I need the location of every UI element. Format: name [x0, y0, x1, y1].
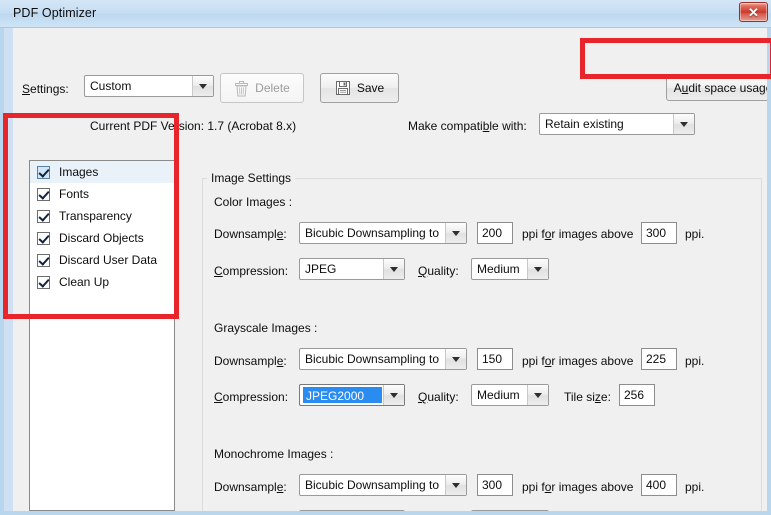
checkbox-discard-objects[interactable]: [37, 231, 50, 245]
checkbox-discard-user-data[interactable]: [37, 253, 50, 267]
save-button-label: Save: [356, 81, 385, 95]
grayscale-quality-value: Medium: [477, 388, 520, 402]
optimizer-categories-list[interactable]: Images Fonts Transparency Discard Object…: [29, 160, 175, 511]
chevron-down-icon: [383, 259, 404, 279]
make-compatible-dropdown[interactable]: Retain existing: [539, 113, 695, 135]
save-button[interactable]: Save: [320, 73, 399, 103]
color-ppi-above-label: ppi for images above: [522, 227, 634, 241]
color-images-section-title: Color Images :: [214, 195, 293, 209]
monochrome-downsample-method-value: Bicubic Downsampling to: [305, 478, 440, 492]
chevron-down-icon: [383, 385, 404, 405]
grayscale-downsample-method-dropdown[interactable]: Bicubic Downsampling to: [299, 348, 467, 370]
monochrome-downsample-label: Downsample:: [214, 480, 287, 494]
make-compatible-value: Retain existing: [545, 117, 624, 131]
delete-button[interactable]: Delete: [220, 73, 304, 103]
chevron-down-icon: [673, 114, 694, 134]
close-icon: ✕: [748, 4, 759, 20]
audit-space-usage-label: Audit space usage...: [673, 81, 767, 95]
list-item-transparency[interactable]: Transparency: [30, 205, 174, 227]
monochrome-threshold-ppi-input[interactable]: 400: [641, 474, 677, 496]
color-quality-label: Quality:: [418, 264, 459, 278]
color-downsample-method-value: Bicubic Downsampling to: [305, 226, 440, 240]
current-pdf-version-label: Current PDF Version: 1.7 (Acrobat 8.x): [90, 119, 297, 133]
grayscale-tile-size-label: Tile size:: [564, 390, 611, 404]
grayscale-compression-value: JPEG2000: [303, 387, 382, 403]
list-item-label: Images: [59, 165, 99, 179]
grayscale-downsample-ppi-input[interactable]: 150: [477, 348, 513, 370]
grayscale-downsample-method-value: Bicubic Downsampling to: [305, 352, 440, 366]
checkbox-transparency[interactable]: [37, 209, 50, 223]
pdf-optimizer-window: PDF Optimizer ✕ Settings: Custom Delete: [0, 0, 771, 515]
monochrome-quality-dropdown[interactable]: Lossy: [471, 510, 549, 511]
settings-preset-value: Custom: [90, 79, 132, 93]
title-bar: PDF Optimizer ✕: [0, 0, 771, 28]
color-ppi-unit-label: ppi.: [685, 227, 705, 241]
list-item-clean-up[interactable]: Clean Up: [30, 271, 174, 293]
chevron-down-icon: [445, 475, 466, 495]
chevron-down-icon: [192, 76, 213, 96]
settings-preset-dropdown[interactable]: Custom: [84, 75, 214, 97]
checkbox-fonts[interactable]: [37, 187, 50, 201]
monochrome-ppi-above-label: ppi for images above: [522, 480, 634, 494]
trash-icon: [235, 80, 249, 96]
grayscale-quality-label: Quality:: [418, 390, 459, 404]
grayscale-downsample-label: Downsample:: [214, 354, 287, 368]
color-compression-value: JPEG: [305, 262, 337, 276]
list-item-discard-user-data[interactable]: Discard User Data: [30, 249, 174, 271]
color-downsample-label: Downsample:: [214, 227, 287, 241]
window-title: PDF Optimizer: [13, 6, 97, 20]
grayscale-quality-dropdown[interactable]: Medium: [471, 384, 549, 406]
monochrome-compression-dropdown[interactable]: JBIG2: [299, 510, 405, 511]
image-settings-title: Image Settings: [207, 171, 296, 185]
grayscale-ppi-unit-label: ppi.: [685, 354, 705, 368]
grayscale-threshold-ppi-input[interactable]: 225: [641, 348, 677, 370]
color-quality-dropdown[interactable]: Medium: [471, 258, 549, 280]
list-item-label: Transparency: [59, 209, 132, 223]
color-compression-label: Compression:: [214, 264, 289, 278]
list-item-label: Fonts: [59, 187, 90, 201]
list-item-fonts[interactable]: Fonts: [30, 183, 174, 205]
settings-label-rest: ettings:: [30, 82, 69, 96]
chevron-down-icon: [527, 385, 548, 405]
checkbox-images[interactable]: [37, 165, 50, 179]
chevron-down-icon: [527, 259, 548, 279]
chevron-down-icon: [445, 349, 466, 369]
delete-button-label: Delete: [255, 81, 290, 95]
color-downsample-method-dropdown[interactable]: Bicubic Downsampling to: [299, 222, 467, 244]
close-button[interactable]: ✕: [739, 2, 768, 22]
color-quality-value: Medium: [477, 262, 520, 276]
checkbox-clean-up[interactable]: [37, 275, 50, 289]
color-compression-dropdown[interactable]: JPEG: [299, 258, 405, 280]
grayscale-compression-label: Compression:: [214, 390, 289, 404]
grayscale-compression-dropdown[interactable]: JPEG2000: [299, 384, 405, 406]
monochrome-images-section-title: Monochrome Images :: [214, 447, 334, 461]
list-item-label: Clean Up: [59, 275, 110, 289]
dialog-client-area: Settings: Custom Delete Save Audit space…: [4, 28, 767, 511]
grayscale-ppi-above-label: ppi for images above: [522, 354, 634, 368]
left-edge-strip: [4, 28, 13, 511]
list-item-images[interactable]: Images: [30, 161, 174, 183]
color-threshold-ppi-input[interactable]: 300: [641, 222, 677, 244]
list-item-discard-objects[interactable]: Discard Objects: [30, 227, 174, 249]
monochrome-ppi-unit-label: ppi.: [685, 480, 705, 494]
grayscale-tile-size-input[interactable]: 256: [619, 384, 655, 406]
color-downsample-ppi-input[interactable]: 200: [477, 222, 513, 244]
floppy-disk-icon: [335, 81, 350, 95]
grayscale-images-section-title: Grayscale Images :: [214, 321, 318, 335]
monochrome-downsample-method-dropdown[interactable]: Bicubic Downsampling to: [299, 474, 467, 496]
settings-accel: S: [22, 82, 31, 96]
list-item-label: Discard User Data: [59, 253, 158, 267]
settings-label: Settings:: [22, 82, 69, 96]
make-compatible-label: Make compatible with:: [408, 119, 527, 133]
audit-space-usage-button[interactable]: Audit space usage...: [666, 75, 767, 101]
monochrome-downsample-ppi-input[interactable]: 300: [477, 474, 513, 496]
list-item-label: Discard Objects: [59, 231, 144, 245]
chevron-down-icon: [445, 223, 466, 243]
